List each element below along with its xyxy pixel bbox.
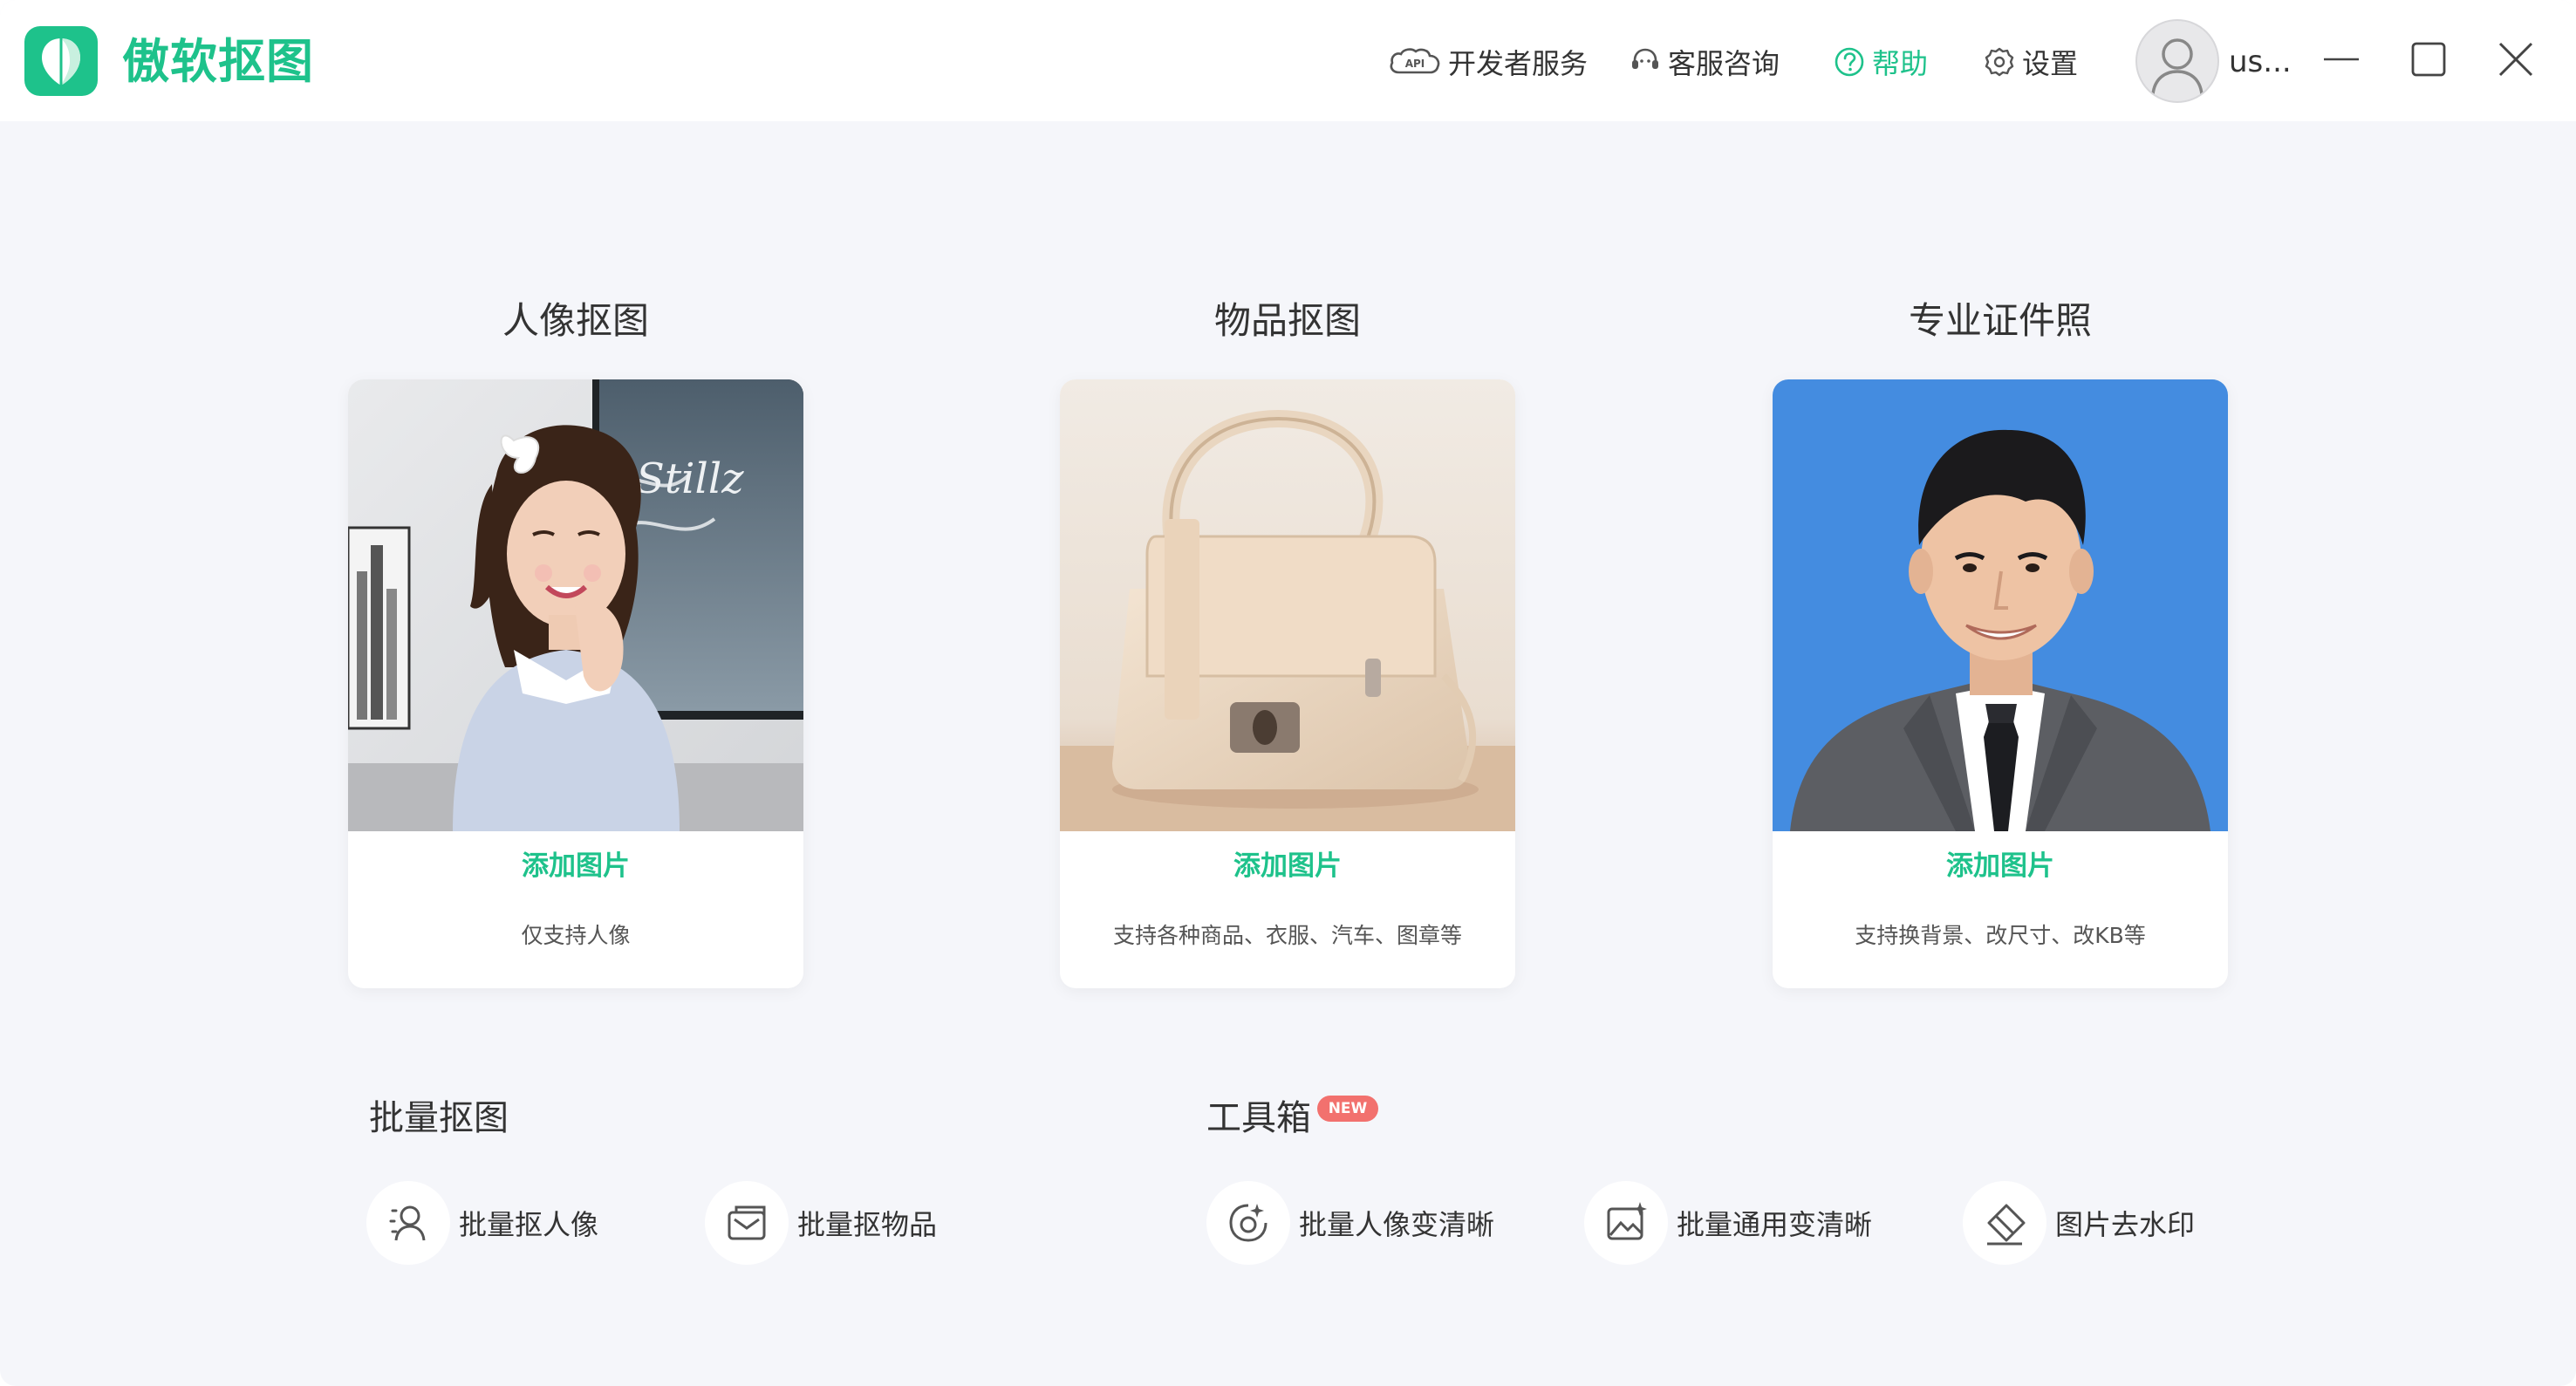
batch-object-icon xyxy=(705,1181,789,1265)
svg-text:API: API xyxy=(1405,58,1425,70)
settings-button[interactable]: 设置 xyxy=(1982,38,2078,85)
title-bar: 傲软抠图 API 开发者服务 客服咨询 帮助 设置 us... xyxy=(0,0,2576,121)
customer-service-label: 客服咨询 xyxy=(1668,47,1780,80)
svg-text:Stillz: Stillz xyxy=(636,454,744,503)
portrait-enhance-icon xyxy=(1206,1181,1290,1265)
help-label: 帮助 xyxy=(1872,47,1929,80)
user-icon xyxy=(2151,38,2204,95)
portrait-woman-photo: Stillz xyxy=(348,379,803,831)
image-enhance-label: 批量通用变清晰 xyxy=(1677,1208,1873,1241)
batch-object-label: 批量抠物品 xyxy=(797,1208,938,1241)
close-button[interactable] xyxy=(2488,31,2544,87)
toolbox-title: 工具箱 xyxy=(1206,1098,1311,1138)
gear-icon xyxy=(1985,47,2014,77)
maximize-button[interactable] xyxy=(2401,31,2456,87)
object-description: 支持各种商品、衣服、汽车、图章等 xyxy=(1112,923,1462,948)
object-cutout-title: 物品抠图 xyxy=(1213,299,1361,342)
id-photo-title: 专业证件照 xyxy=(1908,299,2092,342)
portrait-enhance-button[interactable]: 批量人像变清晰 xyxy=(1206,1181,1494,1265)
id-photo-card[interactable]: 添加图片 支持换背景、改尺寸、改KB等 xyxy=(1773,379,2228,988)
batch-portrait-button[interactable]: 批量抠人像 xyxy=(366,1181,598,1265)
question-circle-icon xyxy=(1835,47,1864,77)
close-icon xyxy=(2498,42,2533,77)
batch-object-button[interactable]: 批量抠物品 xyxy=(705,1181,937,1265)
new-badge: NEW xyxy=(1317,1096,1378,1122)
batch-portrait-icon xyxy=(366,1181,450,1265)
portrait-enhance-label: 批量人像变清晰 xyxy=(1299,1208,1495,1241)
image-enhance-button[interactable]: 批量通用变清晰 xyxy=(1584,1181,1872,1265)
app-title: 傲软抠图 xyxy=(122,34,314,89)
maximize-icon xyxy=(2411,42,2446,77)
portrait-description: 仅支持人像 xyxy=(521,923,631,948)
batch-cutout-title: 批量抠图 xyxy=(369,1098,509,1138)
portrait-cutout-card[interactable]: Stillz 添加图片 仅支持人像 xyxy=(348,379,803,988)
object-cutout-card[interactable]: 添加图片 支持各种商品、衣服、汽车、图章等 xyxy=(1060,379,1515,988)
settings-label: 设置 xyxy=(2022,47,2079,80)
batch-portrait-label: 批量抠人像 xyxy=(459,1208,599,1241)
image-enhance-icon xyxy=(1584,1181,1668,1265)
headset-icon xyxy=(1632,48,1658,69)
minimize-icon xyxy=(2324,58,2359,61)
app-window: 傲软抠图 API 开发者服务 客服咨询 帮助 设置 us... 人像抠图 物品抠… xyxy=(0,0,2576,1386)
help-button[interactable]: 帮助 xyxy=(1832,38,1928,85)
remove-watermark-button[interactable]: 图片去水印 xyxy=(1963,1181,2195,1265)
developer-service-button[interactable]: API 开发者服务 xyxy=(1387,38,1588,85)
eraser-icon xyxy=(1963,1181,2046,1265)
handbag-photo xyxy=(1060,379,1515,831)
id-photo-add-image-label[interactable]: 添加图片 xyxy=(1773,845,2228,887)
portrait-cutout-title: 人像抠图 xyxy=(502,299,649,342)
app-logo-icon xyxy=(24,26,98,96)
avatar[interactable] xyxy=(2135,19,2219,103)
minimize-button[interactable] xyxy=(2313,31,2369,87)
developer-service-label: 开发者服务 xyxy=(1448,47,1589,80)
api-icon: API xyxy=(1390,48,1440,74)
id-photo-description: 支持换背景、改尺寸、改KB等 xyxy=(1855,923,2146,948)
object-add-image-label[interactable]: 添加图片 xyxy=(1060,845,1515,887)
remove-watermark-label: 图片去水印 xyxy=(2055,1208,2196,1241)
id-photo-man xyxy=(1773,379,2228,831)
username[interactable]: us... xyxy=(2229,38,2292,85)
portrait-add-image-label[interactable]: 添加图片 xyxy=(348,845,803,887)
customer-service-button[interactable]: 客服咨询 xyxy=(1628,38,1780,85)
